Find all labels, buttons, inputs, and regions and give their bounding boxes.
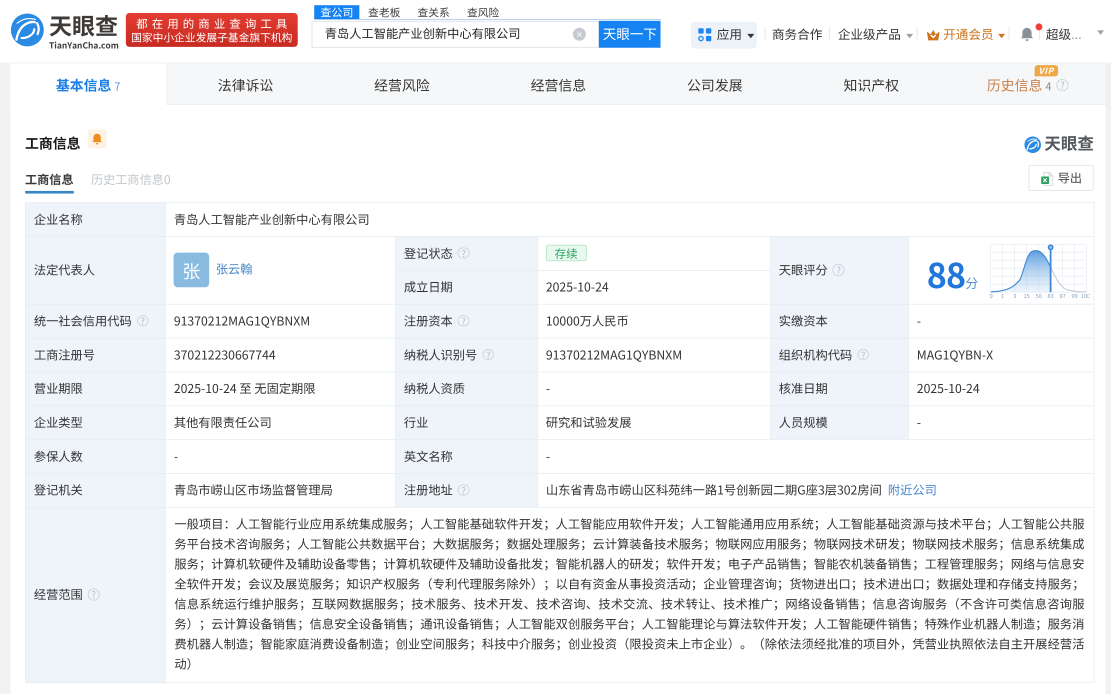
svg-text:50: 50: [1036, 292, 1042, 300]
svg-text:100: 100: [1081, 292, 1089, 300]
svg-text:3: 3: [1013, 292, 1016, 300]
svg-text:1: 1: [1001, 292, 1004, 300]
svg-text:97: 97: [1060, 292, 1066, 300]
svg-text:99: 99: [1072, 292, 1078, 300]
svg-text:0: 0: [990, 292, 993, 300]
svg-text:83: 83: [1048, 292, 1054, 300]
svg-text:15: 15: [1024, 292, 1030, 300]
